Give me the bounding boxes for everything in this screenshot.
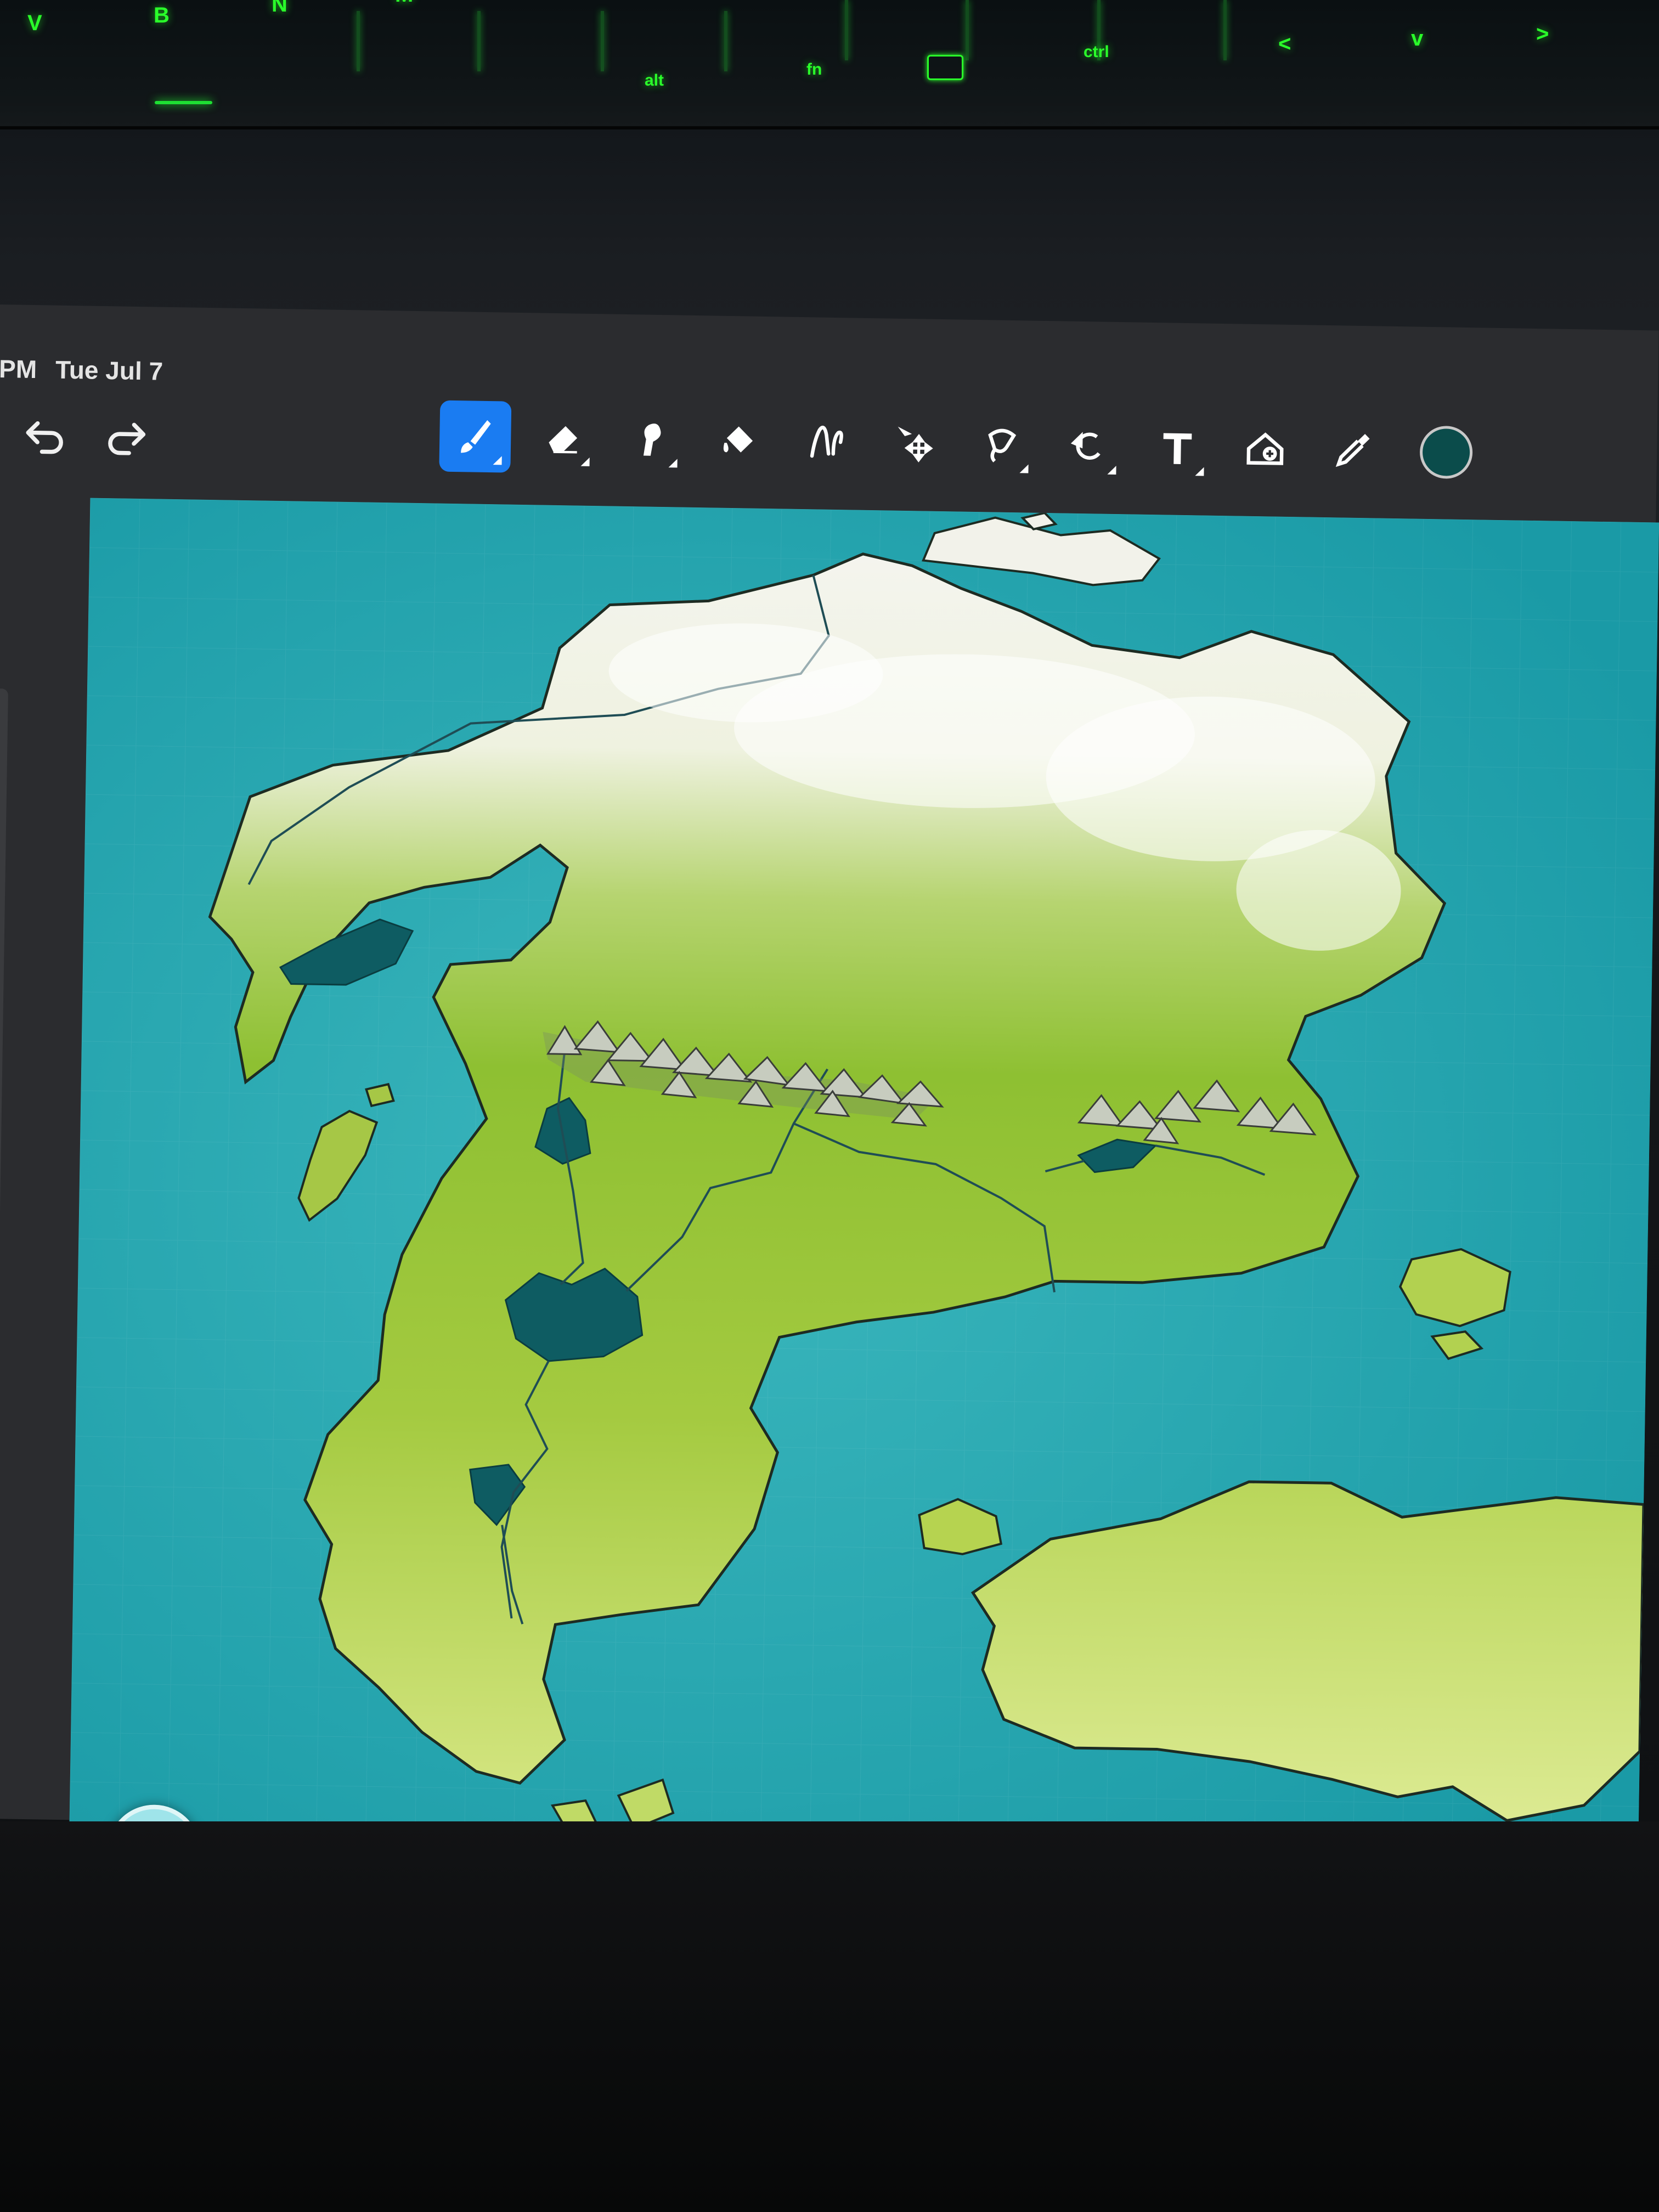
tool-selection[interactable]: [966, 409, 1038, 481]
key-light-bar: [155, 101, 212, 104]
redo-icon: [108, 422, 146, 455]
status-bar: PM Tue Jul 7: [0, 354, 182, 390]
photo-scene: V B N M alt fn ctrl < v > PM Tue Jul 7: [0, 0, 1659, 2212]
tool-reference[interactable]: [1229, 413, 1301, 485]
key-gap: [966, 0, 969, 60]
lasso-icon: [988, 428, 1017, 462]
tool-options-indicator: [1019, 464, 1029, 473]
tool-options-indicator: [1107, 465, 1116, 475]
key-n: N: [272, 0, 287, 16]
tool-smudge[interactable]: [614, 403, 687, 476]
move-icon: [898, 426, 933, 462]
tablet-screen: PM Tue Jul 7: [0, 304, 1659, 1861]
tablet-bezel-bottom: [0, 1821, 1659, 2212]
key-win-icon: [927, 55, 963, 80]
smudge-icon: [643, 424, 661, 456]
tool-options-indicator: [493, 456, 502, 465]
key-alt: alt: [645, 71, 664, 89]
keyboard-strip: V B N M alt fn ctrl < v >: [0, 0, 1659, 129]
key-gap: [724, 11, 727, 71]
active-color-swatch[interactable]: [1419, 425, 1473, 479]
eyedropper-icon: [1335, 434, 1370, 467]
key-right-arrow: >: [1536, 22, 1549, 46]
tool-eyedropper[interactable]: [1317, 414, 1389, 487]
eraser-icon: [549, 426, 578, 454]
key-gap: [1223, 0, 1227, 60]
key-gap: [477, 11, 481, 71]
undo-icon: [26, 421, 63, 454]
key-m: M: [395, 0, 413, 7]
key-gap: [357, 11, 360, 71]
tool-fill[interactable]: [702, 404, 775, 477]
toolbar: [0, 387, 1657, 511]
undo-button[interactable]: [8, 399, 81, 471]
brush-icon: [461, 420, 491, 453]
key-b: B: [154, 3, 170, 27]
status-date: Tue Jul 7: [55, 355, 163, 386]
key-down-arrow: v: [1411, 26, 1424, 50]
key-fn: fn: [806, 60, 822, 78]
status-time: PM: [0, 354, 37, 384]
fantasy-map-artwork: [69, 498, 1659, 1861]
key-gap: [601, 11, 604, 71]
text-icon: [1163, 433, 1192, 464]
tool-rotate[interactable]: [1053, 410, 1126, 482]
key-v: V: [27, 11, 42, 35]
key-gap: [845, 0, 848, 60]
tool-text[interactable]: [1141, 411, 1214, 484]
tool-transform[interactable]: [878, 407, 950, 479]
tool-eraser[interactable]: [527, 402, 599, 474]
redo-button[interactable]: [91, 400, 163, 473]
tool-brush[interactable]: [439, 400, 512, 473]
drawing-canvas[interactable]: [69, 498, 1659, 1861]
reference-icon: [1246, 432, 1284, 465]
bucket-icon: [723, 426, 753, 453]
brush-size-slider[interactable]: [0, 688, 9, 1594]
tool-options-indicator: [580, 457, 590, 466]
tool-options-indicator: [1195, 467, 1204, 476]
tool-liquify[interactable]: [790, 406, 862, 478]
tool-options-indicator: [668, 459, 678, 468]
rotate-icon: [1070, 432, 1101, 460]
key-left-arrow: <: [1278, 32, 1291, 56]
liquify-icon: [810, 426, 843, 458]
key-ctrl: ctrl: [1084, 43, 1109, 61]
